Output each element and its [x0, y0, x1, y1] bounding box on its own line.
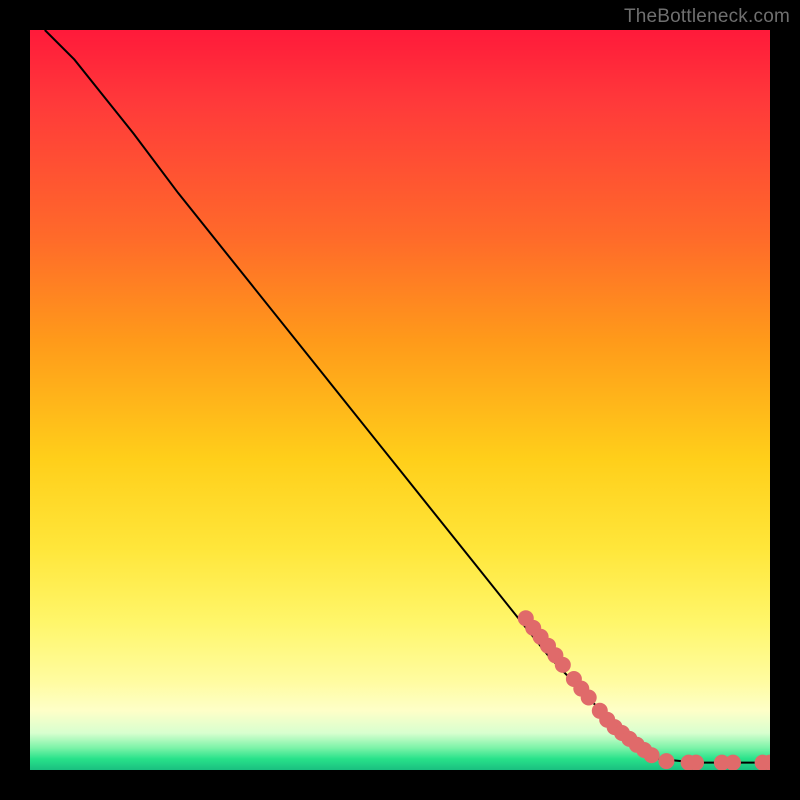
data-marker	[658, 753, 674, 769]
marker-group	[518, 610, 770, 770]
data-marker	[555, 657, 571, 673]
chart-frame: TheBottleneck.com	[0, 0, 800, 800]
watermark-text: TheBottleneck.com	[624, 6, 790, 28]
bottleneck-curve	[45, 30, 770, 763]
data-marker	[688, 755, 704, 770]
chart-svg	[30, 30, 770, 770]
data-marker	[725, 755, 741, 770]
plot-area	[30, 30, 770, 770]
data-marker	[581, 690, 597, 706]
data-marker	[644, 747, 660, 763]
